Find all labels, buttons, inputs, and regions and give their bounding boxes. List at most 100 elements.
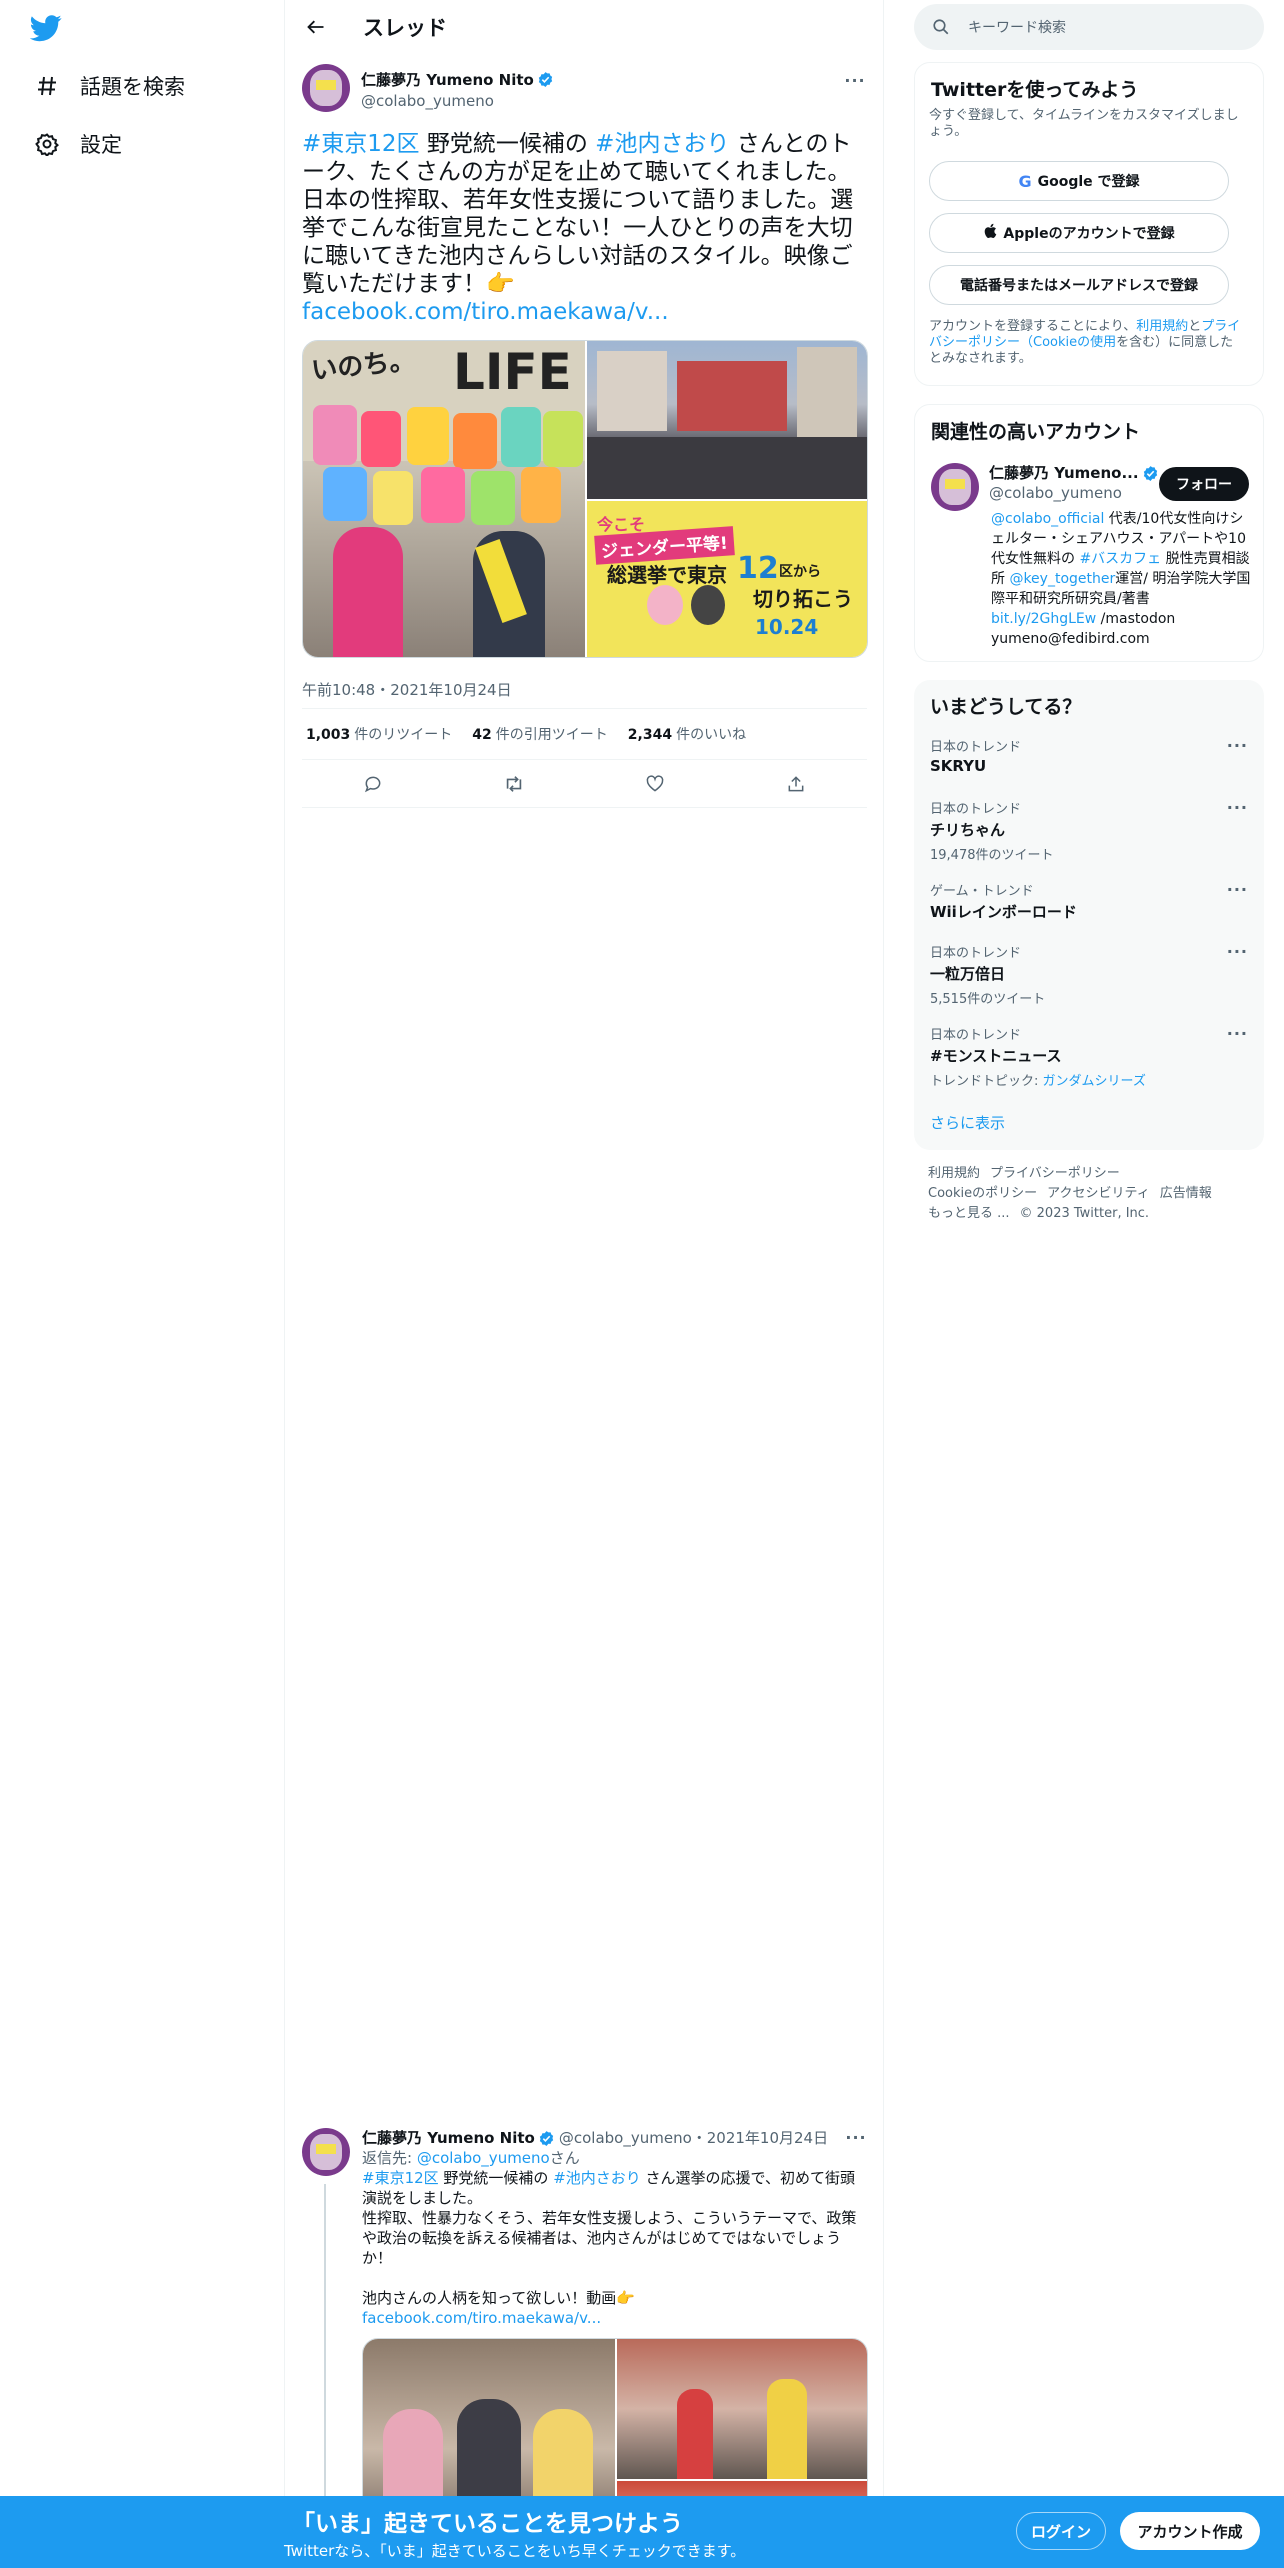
reply-text-segment: 野党統一候補の xyxy=(438,2169,554,2187)
tweet-media-grid: いのち。 LIFE 今こそ ジェンダー平等! 総選挙で東京 12 区から 切り拓… xyxy=(302,340,868,658)
footer-cookies-link[interactable]: Cookieのポリシー xyxy=(928,1186,1037,1201)
flyer-text-ward: 12 xyxy=(737,551,779,586)
tweet-timestamp[interactable]: 午前10:48・2021年10月24日 xyxy=(302,672,867,708)
reply-to-suffix: さん xyxy=(549,2149,580,2167)
reply-text: #東京12区 野党統一候補の #池内さおり さん選挙の応援で、初めて街頭演説をし… xyxy=(362,2168,868,2328)
more-options-icon[interactable]: ··· xyxy=(844,2126,868,2150)
quote-count-value: 42 xyxy=(472,727,492,743)
external-link[interactable]: facebook.com/tiro.maekawa/v... xyxy=(302,299,669,325)
reply-photo-2[interactable] xyxy=(617,2339,867,2479)
bio-mention-link[interactable]: @key_together xyxy=(1009,571,1115,587)
trend-item[interactable]: 日本のトレンド SKRYU ··· xyxy=(930,736,1248,775)
share-icon[interactable] xyxy=(784,772,808,796)
tweet-text-segment: 野党統一候補の xyxy=(419,131,596,157)
reply-author-name[interactable]: 仁藤夢乃 Yumeno Nito xyxy=(362,2128,535,2148)
signup-prompt-bar: 「いま」起きていることを見つけよう Twitterなら、「いま」起きていることを… xyxy=(0,2496,1284,2568)
bio-mention-link[interactable]: @colabo_official xyxy=(991,511,1104,527)
flyer-text-now: 今こそ xyxy=(597,515,646,534)
tweet-photo-3-flyer[interactable]: 今こそ ジェンダー平等! 総選挙で東京 12 区から 切り拓こう 10.24 xyxy=(587,501,867,657)
hashtag-link[interactable]: #東京12区 xyxy=(362,2169,439,2187)
footer-more-link[interactable]: もっと見る ... xyxy=(928,1206,1010,1221)
bio-hashtag-link[interactable]: #バスカフェ xyxy=(1079,551,1161,567)
reply-to-handle[interactable]: @colabo_yumeno xyxy=(417,2149,550,2167)
retweet-count[interactable]: 1,003 件のリツイート xyxy=(306,724,452,744)
verified-badge-icon xyxy=(539,2130,554,2146)
signup-card: Twitterを使ってみよう 今すぐ登録して、タイムラインをカスタマイズしましょ… xyxy=(914,62,1264,386)
more-options-icon[interactable]: ··· xyxy=(1227,798,1248,817)
show-more-link[interactable]: さらに表示 xyxy=(930,1112,1005,1133)
trend-item[interactable]: 日本のトレンド チリちゃん 19,478件のツイート ··· xyxy=(930,798,1248,863)
more-options-icon[interactable]: ··· xyxy=(1227,736,1248,755)
related-title: 関連性の高いアカウント xyxy=(931,421,1141,443)
footer-accessibility-link[interactable]: アクセシビリティ xyxy=(1047,1186,1150,1201)
tweet-actions xyxy=(302,760,867,808)
footer-privacy-link[interactable]: プライバシーポリシー xyxy=(990,1166,1120,1181)
trend-item[interactable]: ゲーム・トレンド Wiiレインボーロード ··· xyxy=(930,880,1248,922)
legal-text: アカウントを登録することにより、 xyxy=(929,319,1137,334)
apple-signup-button[interactable]: Appleのアカウントで登録 xyxy=(929,213,1229,253)
retweet-icon[interactable] xyxy=(502,772,526,796)
prompt-subtext: Twitterなら、「いま」起きていることをいち早くチェックできます。 xyxy=(284,2542,746,2560)
back-arrow-icon[interactable] xyxy=(303,14,329,40)
create-account-button[interactable]: アカウント作成 xyxy=(1120,2512,1260,2550)
main-column: スレッド 仁藤夢乃 Yumeno Nito @colabo_yumeno ···… xyxy=(284,0,884,2568)
trend-context: 日本のトレンド xyxy=(930,946,1022,961)
nav-settings[interactable]: 設定 xyxy=(34,124,122,164)
quote-count[interactable]: 42 件の引用ツイート xyxy=(472,724,607,744)
trend-name: 一粒万倍日 xyxy=(930,965,1006,983)
focused-tweet: 仁藤夢乃 Yumeno Nito @colabo_yumeno ··· #東京1… xyxy=(285,54,883,808)
trend-item[interactable]: 日本のトレンド 一粒万倍日 5,515件のツイート ··· xyxy=(930,942,1248,1007)
related-account-name[interactable]: 仁藤夢乃 Yumeno... xyxy=(989,463,1139,483)
trend-topic-prefix: トレンドトピック: xyxy=(930,1074,1043,1089)
trend-context: 日本のトレンド xyxy=(930,802,1022,817)
hashtag-link[interactable]: #池内さおり xyxy=(553,2169,641,2187)
footer-copyright: © 2023 Twitter, Inc. xyxy=(1019,1206,1150,1221)
signup-title: Twitterを使ってみよう xyxy=(931,79,1139,101)
verified-badge-icon xyxy=(538,72,553,87)
external-link[interactable]: facebook.com/tiro.maekawa/v... xyxy=(362,2309,601,2327)
avatar[interactable] xyxy=(302,64,350,112)
search-bar[interactable]: キーワード検索 xyxy=(914,4,1264,50)
hashtag-link[interactable]: #東京12区 xyxy=(302,131,420,157)
follow-button[interactable]: フォロー xyxy=(1159,467,1249,501)
hashtag-icon xyxy=(34,73,60,99)
author-name[interactable]: 仁藤夢乃 Yumeno Nito xyxy=(361,69,843,90)
flyer-text-ku: 区から xyxy=(779,564,821,580)
tweet-photo-2[interactable] xyxy=(587,341,867,499)
reply-meta[interactable]: @colabo_yumeno・2021年10月24日 xyxy=(559,2128,828,2148)
hashtag-link[interactable]: #池内さおり xyxy=(595,131,729,157)
twitter-logo-icon[interactable] xyxy=(29,12,66,48)
nav-settings-label: 設定 xyxy=(80,133,122,157)
nav-explore[interactable]: 話題を検索 xyxy=(34,66,185,106)
like-count[interactable]: 2,344 件のいいね xyxy=(628,724,746,744)
google-signup-label: Google で登録 xyxy=(1037,174,1140,190)
reply-icon[interactable] xyxy=(361,772,385,796)
author-handle[interactable]: @colabo_yumeno xyxy=(361,92,843,110)
apple-icon xyxy=(983,223,997,243)
bio-url-link[interactable]: bit.ly/2GhgLEw xyxy=(991,611,1096,627)
google-signup-button[interactable]: G Google で登録 xyxy=(929,161,1229,201)
search-input[interactable]: キーワード検索 xyxy=(968,17,1066,37)
more-options-icon[interactable]: ··· xyxy=(1227,880,1248,899)
trend-name: Wiiレインボーロード xyxy=(930,903,1077,921)
tweet-photo-1[interactable]: いのち。 LIFE xyxy=(303,341,585,657)
more-options-icon[interactable]: ··· xyxy=(1227,1024,1248,1043)
reply-tweet[interactable]: 仁藤夢乃 Yumeno Nito @colabo_yumeno・2021年10月… xyxy=(302,2126,868,2568)
phone-email-signup-button[interactable]: 電話番号またはメールアドレスで登録 xyxy=(929,265,1229,305)
apple-signup-label: Appleのアカウントで登録 xyxy=(1003,226,1175,242)
avatar[interactable] xyxy=(302,2128,350,2176)
trend-topic-link[interactable]: ガンダムシリーズ xyxy=(1043,1074,1146,1089)
reply-text-segment: さん選挙の応援で、初めて街頭演説をしました。 性搾取、性暴力なくそう、若年女性支… xyxy=(362,2169,857,2307)
login-button[interactable]: ログイン xyxy=(1016,2512,1106,2550)
more-options-icon[interactable]: ··· xyxy=(843,68,867,92)
trend-item[interactable]: 日本のトレンド #モンストニュース トレンドトピック: ガンダムシリーズ ··· xyxy=(930,1024,1248,1089)
terms-link[interactable]: 利用規約 xyxy=(1136,319,1188,334)
tweet-stats: 1,003 件のリツイート 42 件の引用ツイート 2,344 件のいいね xyxy=(302,708,867,760)
more-options-icon[interactable]: ··· xyxy=(1227,942,1248,961)
avatar[interactable] xyxy=(931,463,979,511)
reply-to: 返信先: @colabo_yumenoさん xyxy=(362,2148,868,2168)
footer-terms-link[interactable]: 利用規約 xyxy=(928,1166,980,1181)
like-heart-icon[interactable] xyxy=(643,772,667,796)
footer-ads-link[interactable]: 広告情報 xyxy=(1160,1186,1212,1201)
verified-badge-icon xyxy=(1143,465,1157,481)
